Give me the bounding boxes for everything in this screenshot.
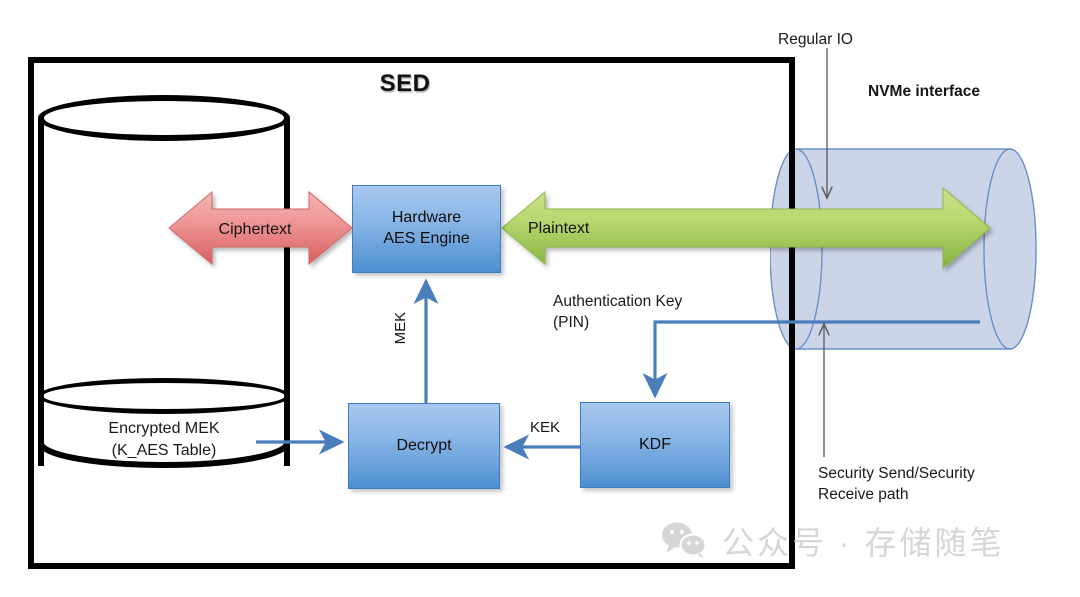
security-path-line2: Receive path bbox=[818, 485, 909, 503]
wechat-icon bbox=[662, 522, 707, 559]
hardware-aes-engine-block[interactable]: Hardware AES Engine bbox=[352, 185, 501, 273]
kek-label: KEK bbox=[529, 419, 560, 436]
watermark: 公众号 · 存储随笔 bbox=[660, 512, 1060, 570]
auth-key-line2: (PIN) bbox=[553, 313, 590, 331]
regular-io-label: Regular IO bbox=[778, 31, 853, 48]
cylinder-mek-divider bbox=[38, 378, 290, 414]
aes-engine-line2: AES Engine bbox=[383, 230, 470, 247]
kdf-label: KDF bbox=[639, 435, 671, 453]
auth-key-line1: Authentication Key bbox=[553, 293, 683, 310]
security-path-label: Security Send/Security Receive path bbox=[818, 464, 1038, 506]
plaintext-label: Plaintext bbox=[528, 220, 590, 237]
encrypted-mek-line2: (K_AES Table) bbox=[111, 441, 217, 459]
mek-label: MEK bbox=[391, 311, 409, 345]
page-title: SED bbox=[379, 70, 431, 97]
encrypted-mek-line1: Encrypted MEK bbox=[108, 420, 220, 437]
decrypt-label: Decrypt bbox=[396, 436, 452, 454]
aes-engine-line1: Hardware bbox=[391, 209, 462, 227]
diagram-canvas: SED Encrypted MEK (K_AES Table) Hardware… bbox=[0, 0, 1080, 597]
ciphertext-label: Ciphertext bbox=[218, 221, 292, 238]
kdf-block[interactable]: KDF bbox=[580, 402, 730, 488]
nvme-interface-label: NVMe interface bbox=[868, 83, 980, 100]
nvme-interface-cylinder bbox=[770, 148, 1037, 350]
cylinder-top-ellipse bbox=[38, 95, 290, 141]
decrypt-block[interactable]: Decrypt bbox=[348, 403, 500, 489]
encrypted-mek-label: Encrypted MEK (K_AES Table) bbox=[38, 418, 290, 461]
security-path-line1: Security Send/Security bbox=[818, 465, 975, 482]
watermark-text: 公众号 · 存储随笔 bbox=[722, 525, 1005, 561]
authentication-key-label: Authentication Key (PIN) bbox=[553, 292, 763, 334]
